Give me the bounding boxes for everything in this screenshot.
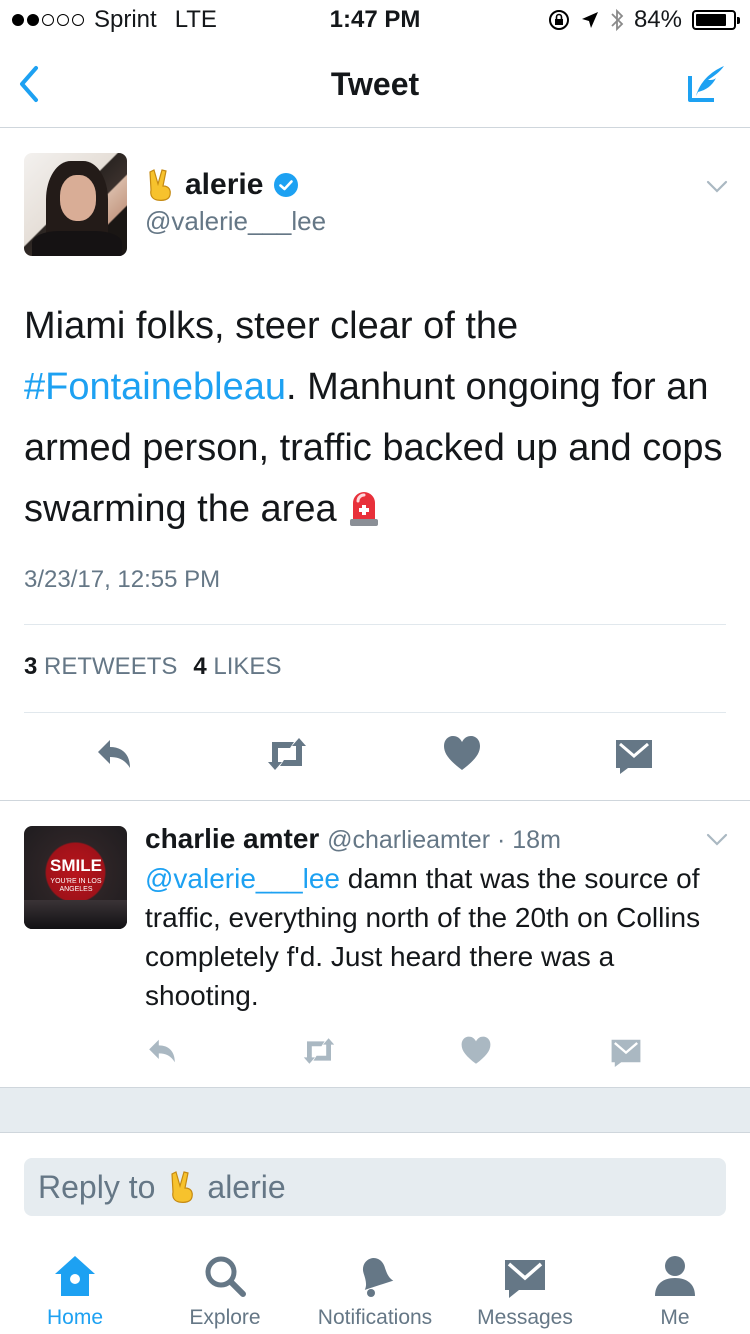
- tab-notifications[interactable]: Notifications: [300, 1252, 450, 1330]
- hashtag-link[interactable]: #Fontainebleau: [24, 366, 286, 408]
- chevron-down-icon[interactable]: [706, 833, 728, 847]
- reply-icon[interactable]: [94, 734, 134, 774]
- reply-text: @valerie___lee damn that was the source …: [145, 859, 735, 1015]
- chevron-down-icon[interactable]: [706, 180, 728, 194]
- battery-percent: 84%: [633, 6, 682, 33]
- retweet-icon[interactable]: [264, 734, 310, 774]
- reply-input-name: alerie: [207, 1168, 286, 1205]
- reply-actions: [0, 1035, 750, 1095]
- avatar[interactable]: [24, 153, 127, 256]
- reply-time: 18m: [512, 826, 561, 854]
- avatar-sign-subtext: YOU'RE IN LOS ANGELES: [50, 878, 102, 893]
- retweet-icon[interactable]: [300, 1035, 338, 1067]
- tab-label: Me: [660, 1306, 690, 1329]
- divider: [24, 624, 726, 625]
- reply-avatar[interactable]: SMILE YOU'RE IN LOS ANGELES: [24, 826, 127, 929]
- rotation-lock-icon: [548, 10, 569, 30]
- direct-message-envelope-icon[interactable]: [610, 1035, 642, 1067]
- retweets-stat[interactable]: 3 RETWEETS: [24, 653, 177, 681]
- mention-link[interactable]: @valerie___lee: [145, 863, 340, 894]
- status-right: 84%: [548, 6, 740, 34]
- victory-hand-emoji-icon: [149, 169, 171, 201]
- reply-header: charlie amter @charlieamter · 18m: [145, 823, 561, 855]
- location-arrow-icon: [581, 12, 598, 28]
- tab-explore[interactable]: Explore: [150, 1252, 300, 1330]
- reply-author-handle[interactable]: @charlieamter: [327, 826, 490, 854]
- police-siren-emoji-icon: [349, 492, 378, 526]
- reply-author-name[interactable]: charlie amter: [145, 823, 319, 854]
- like-heart-icon[interactable]: [460, 1035, 492, 1067]
- envelope-icon: [505, 1260, 545, 1298]
- tab-label: Notifications: [317, 1306, 433, 1329]
- bell-icon: [362, 1258, 394, 1297]
- like-heart-icon[interactable]: [442, 734, 482, 774]
- tab-messages[interactable]: Messages: [450, 1252, 600, 1330]
- tweet-text: Miami folks, steer clear of the #Fontain…: [24, 296, 734, 540]
- reply-tweet[interactable]: SMILE YOU'RE IN LOS ANGELES charlie amte…: [0, 800, 750, 1087]
- tweet-timestamp: 3/23/17, 12:55 PM: [24, 566, 221, 593]
- direct-message-envelope-icon[interactable]: [614, 734, 654, 774]
- battery-icon: [692, 10, 740, 30]
- page-title: Tweet: [330, 66, 420, 102]
- author-name-row[interactable]: alerie: [145, 168, 299, 202]
- tab-home[interactable]: Home: [0, 1252, 150, 1330]
- likes-stat[interactable]: 4 LIKES: [193, 653, 281, 681]
- home-icon: [55, 1256, 95, 1296]
- tweet-text-part-1: Miami folks, steer clear of the: [24, 305, 519, 347]
- tweet-stats: 3 RETWEETS 4 LIKES: [24, 653, 281, 681]
- bluetooth-icon: [611, 8, 624, 32]
- tab-label: Home: [46, 1306, 104, 1329]
- tweet-actions: [0, 734, 750, 794]
- search-icon: [205, 1256, 246, 1297]
- nav-bar: Tweet: [0, 40, 750, 128]
- tab-label: Explore: [189, 1306, 261, 1329]
- reply-input-prefix: Reply to: [38, 1168, 156, 1205]
- victory-hand-emoji-icon: [171, 1171, 194, 1203]
- tab-label: Messages: [477, 1306, 573, 1329]
- reply-icon[interactable]: [146, 1035, 178, 1067]
- reply-input[interactable]: Reply to alerie: [24, 1158, 726, 1216]
- avatar-sign-text: SMILE: [50, 856, 102, 875]
- meta-separator: ·: [490, 826, 513, 854]
- verified-badge-icon: [274, 173, 299, 197]
- tab-me[interactable]: Me: [600, 1252, 750, 1330]
- author-handle[interactable]: @valerie___lee: [145, 206, 326, 237]
- person-icon: [655, 1256, 695, 1296]
- compose-tweet-icon[interactable]: [684, 62, 728, 106]
- tab-bar: Home Explore Notifications Messages Me: [0, 1244, 750, 1334]
- status-bar: Sprint LTE 1:47 PM 84%: [0, 0, 750, 40]
- divider: [24, 712, 726, 713]
- section-gap: [0, 1087, 750, 1133]
- author-name: alerie: [185, 168, 264, 201]
